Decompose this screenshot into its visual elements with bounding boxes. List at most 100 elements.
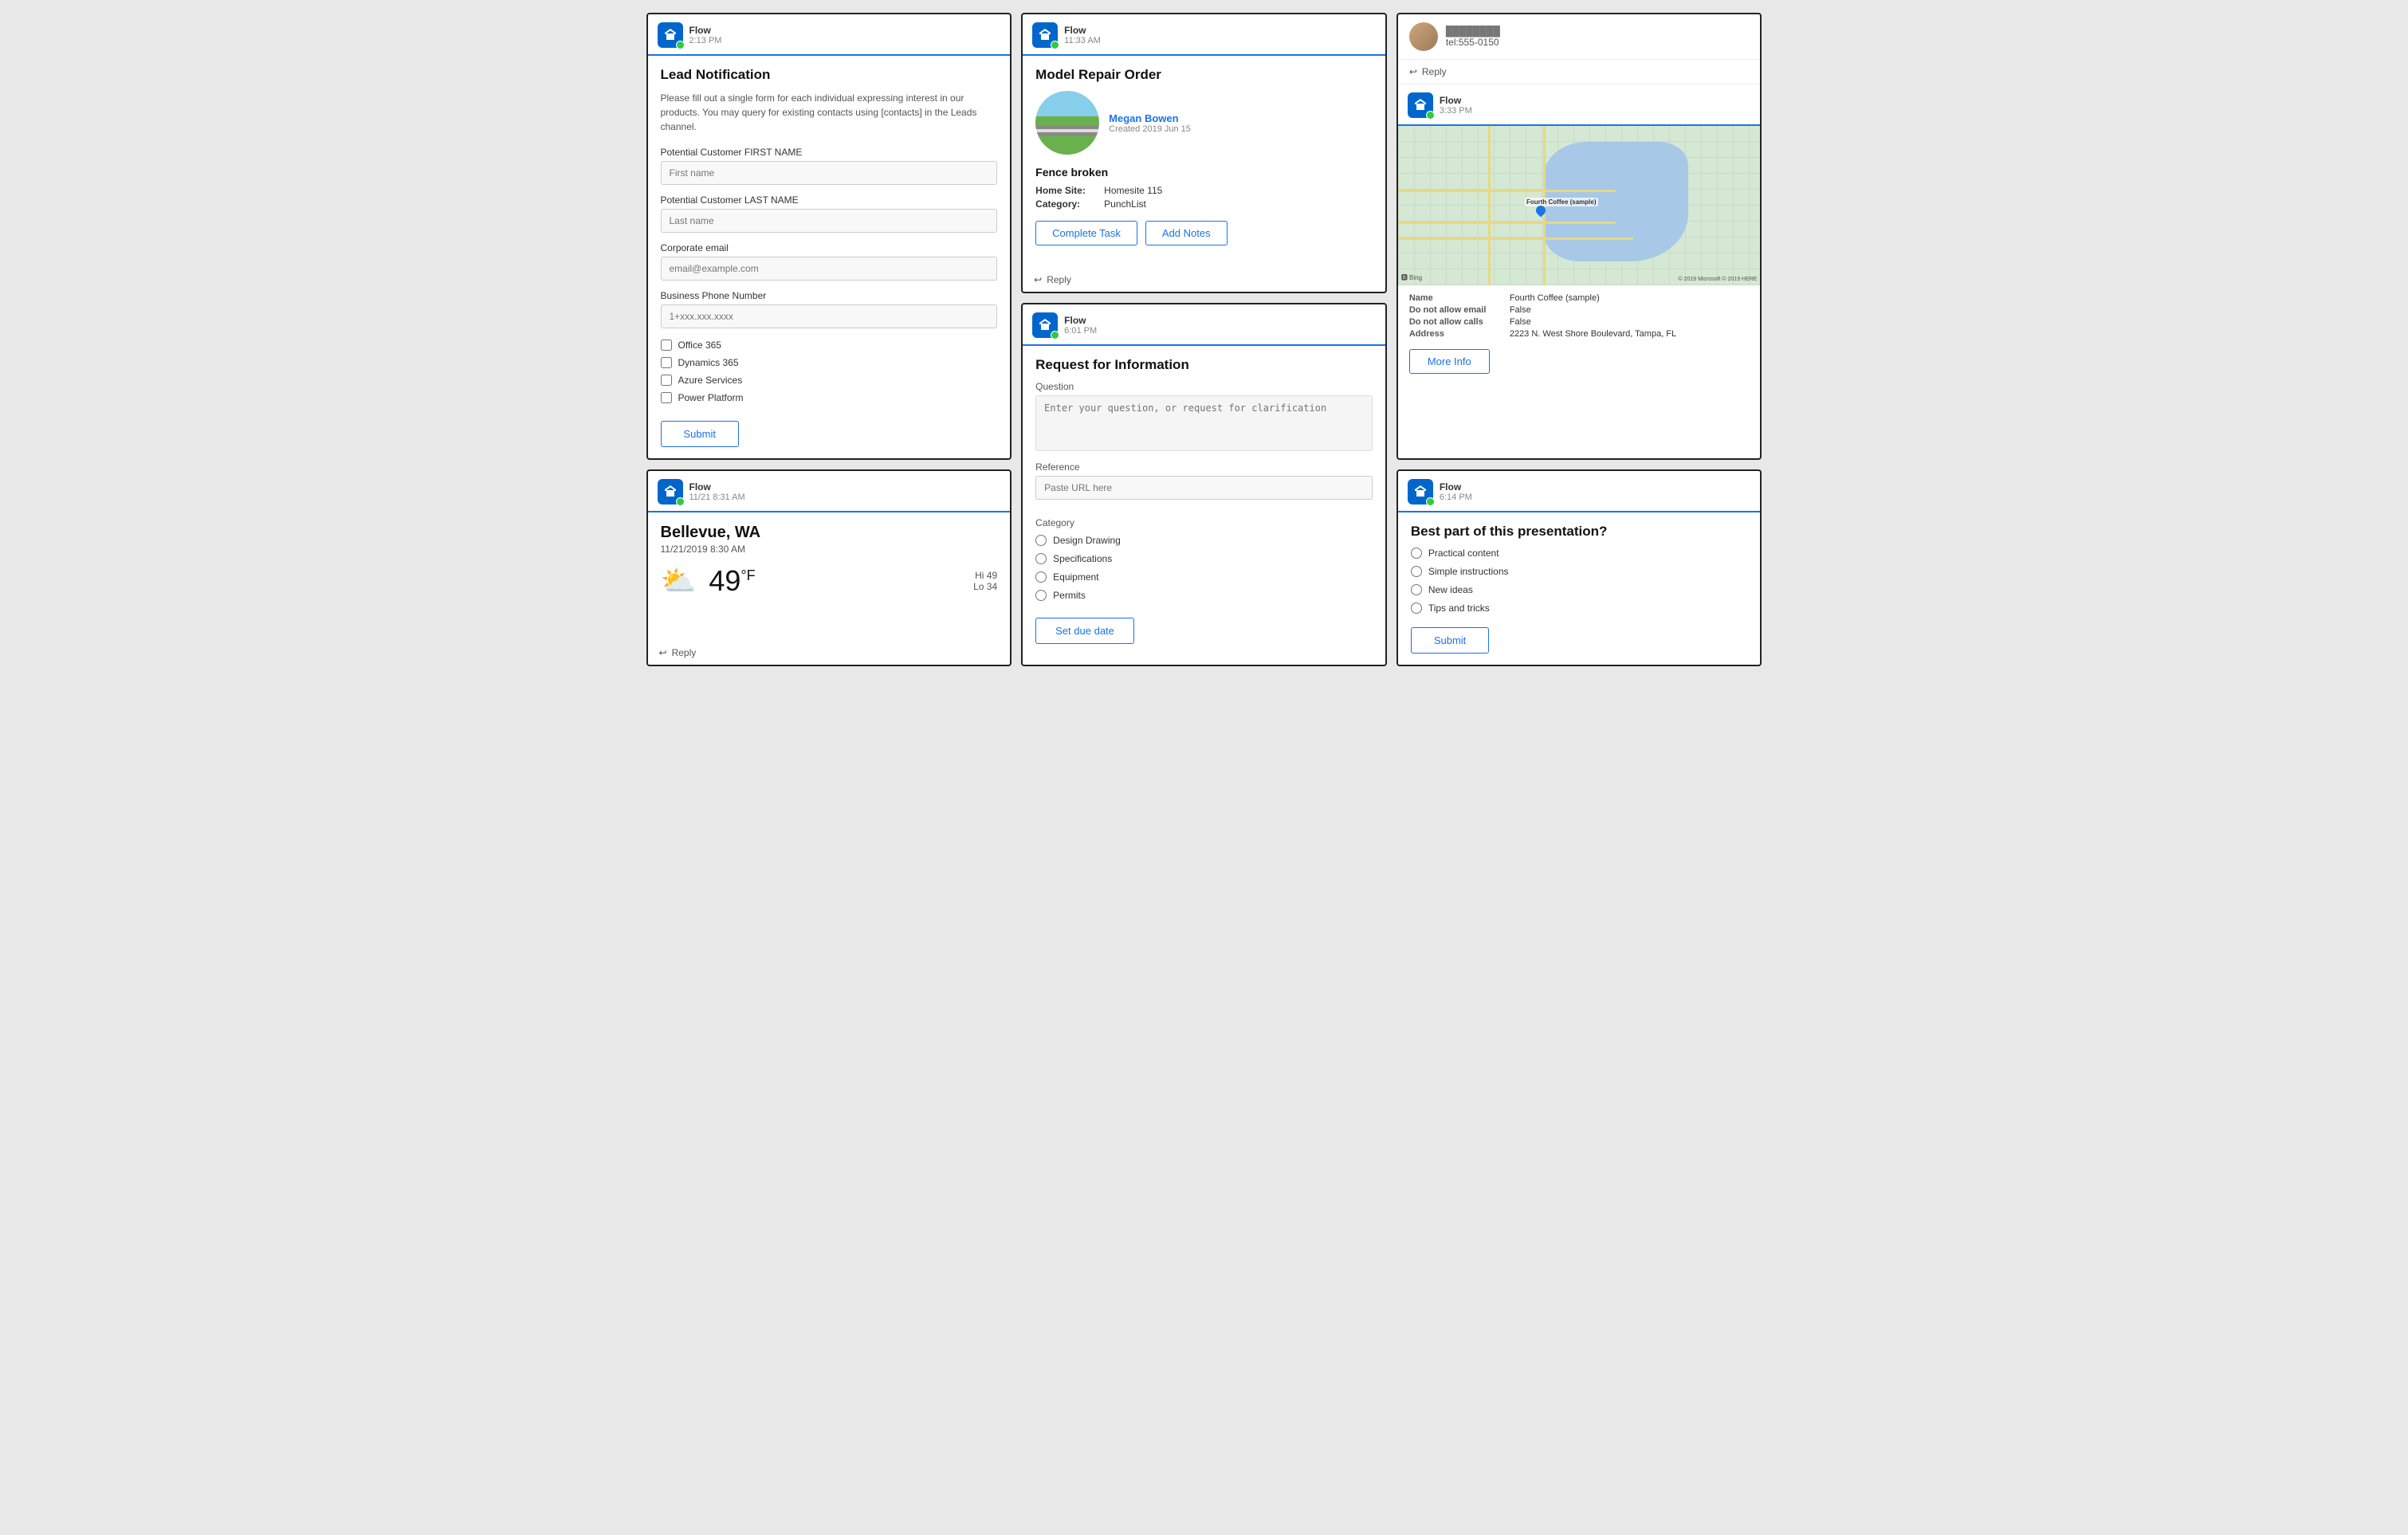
card-header-repair: Flow 11:33 AM <box>1023 14 1385 56</box>
presentation-submit-button[interactable]: Submit <box>1411 627 1489 654</box>
radio-tips[interactable]: Tips and tricks <box>1411 603 1748 614</box>
info-name-value: Fourth Coffee (sample) <box>1510 293 1600 303</box>
checkbox-dynamics365-label: Dynamics 365 <box>678 357 739 368</box>
radio-permits[interactable]: Permits <box>1035 590 1373 601</box>
repair-title: Model Repair Order <box>1035 67 1373 83</box>
reply-arrow-icon-3: ↩ <box>1409 66 1417 77</box>
contact-name: ████████ <box>1446 26 1500 37</box>
weather-reply[interactable]: ↩ Reply <box>648 641 1011 665</box>
rfi-title: Request for Information <box>1035 357 1373 373</box>
info-email-row: Do not allow email False <box>1409 305 1750 315</box>
complete-task-button[interactable]: Complete Task <box>1035 221 1137 245</box>
reply-label: Reply <box>672 647 697 658</box>
question-textarea[interactable] <box>1035 395 1373 451</box>
created-date: Created 2019 Jun 15 <box>1109 124 1191 134</box>
lead-title: Lead Notification <box>661 67 998 83</box>
checkbox-office365[interactable]: Office 365 <box>661 340 998 351</box>
add-notes-button[interactable]: Add Notes <box>1145 221 1228 245</box>
radio-simple[interactable]: Simple instructions <box>1411 566 1748 577</box>
card-body-repair: Model Repair Order Megan Bowen Created 2… <box>1023 56 1385 268</box>
email-input[interactable] <box>661 257 998 281</box>
home-site-label: Home Site: <box>1035 185 1099 196</box>
bing-logo: 🅱 Bing <box>1401 273 1422 282</box>
weather-date: 11/21/2019 8:30 AM <box>661 544 998 555</box>
card-header-lead: Flow 2:13 PM <box>648 14 1011 56</box>
lead-submit-button[interactable]: Submit <box>661 421 739 447</box>
category-section-label: Category <box>1035 517 1373 528</box>
sender-name-presentation: Flow <box>1440 481 1472 493</box>
email-label: Corporate email <box>661 242 998 253</box>
contact-reply[interactable]: ↩ Reply <box>1398 60 1761 84</box>
weather-temp: 49°F <box>709 564 755 598</box>
avatar <box>1409 22 1438 51</box>
profile-image <box>1035 91 1099 155</box>
contact-info: ████████ tel:555-0150 <box>1446 26 1500 48</box>
flow-icon-repair <box>1032 22 1058 48</box>
repair-details: Fence broken Home Site: Homesite 115 Cat… <box>1035 166 1373 210</box>
last-name-label: Potential Customer LAST NAME <box>661 194 998 206</box>
reply-arrow-icon: ↩ <box>659 647 667 658</box>
radio-simple-label: Simple instructions <box>1428 566 1509 577</box>
checkbox-powerplatform-input[interactable] <box>661 392 672 403</box>
radio-design-drawing-input[interactable] <box>1035 535 1047 546</box>
card-header-rfi: Flow 6:01 PM <box>1023 304 1385 346</box>
timestamp-lead: 2:13 PM <box>689 36 722 45</box>
map-info: Name Fourth Coffee (sample) Do not allow… <box>1398 285 1761 382</box>
radio-practical-input[interactable] <box>1411 548 1422 559</box>
info-address-row: Address 2223 N. West Shore Boulevard, Ta… <box>1409 329 1750 339</box>
last-name-input[interactable] <box>661 209 998 233</box>
sender-name-map: Flow <box>1440 95 1472 106</box>
radio-simple-input[interactable] <box>1411 566 1422 577</box>
radio-tips-input[interactable] <box>1411 603 1422 614</box>
card-body-presentation: Best part of this presentation? Practica… <box>1398 512 1761 665</box>
timestamp-rfi: 6:01 PM <box>1064 326 1097 336</box>
info-email-value: False <box>1510 305 1531 315</box>
radio-tips-label: Tips and tricks <box>1428 603 1490 614</box>
profile-section: Megan Bowen Created 2019 Jun 15 <box>1035 91 1373 155</box>
weather-city: Bellevue, WA <box>661 524 998 542</box>
contact-phone: tel:555-0150 <box>1446 37 1500 48</box>
repair-reply[interactable]: ↩ Reply <box>1023 268 1385 292</box>
presentation-radio-group: Practical content Simple instructions Ne… <box>1411 548 1748 614</box>
map-road-vertical-1 <box>1488 126 1491 285</box>
sender-name-repair: Flow <box>1064 25 1101 36</box>
flow-icon-lead <box>658 22 683 48</box>
phone-label: Business Phone Number <box>661 290 998 301</box>
card-body-weather: Bellevue, WA 11/21/2019 8:30 AM ⛅ 49°F H… <box>648 512 1011 641</box>
request-for-info-card: Flow 6:01 PM Request for Information Que… <box>1021 303 1387 666</box>
card-header-weather: Flow 11/21 8:31 AM <box>648 471 1011 512</box>
checkbox-dynamics365-input[interactable] <box>661 357 672 368</box>
checkbox-powerplatform[interactable]: Power Platform <box>661 392 998 403</box>
more-info-button[interactable]: More Info <box>1409 349 1490 374</box>
category-value: PunchList <box>1104 198 1146 210</box>
set-due-date-button[interactable]: Set due date <box>1035 618 1134 644</box>
phone-input[interactable] <box>661 304 998 328</box>
first-name-input[interactable] <box>661 161 998 185</box>
checkbox-azure-input[interactable] <box>661 375 672 386</box>
map-copyright: © 2019 Microsoft © 2019 HERE <box>1678 277 1757 282</box>
radio-equipment-input[interactable] <box>1035 571 1047 583</box>
info-calls-row: Do not allow calls False <box>1409 317 1750 327</box>
category-radio-group: Design Drawing Specifications Equipment … <box>1035 535 1373 601</box>
radio-new-ideas[interactable]: New ideas <box>1411 584 1748 595</box>
radio-practical[interactable]: Practical content <box>1411 548 1748 559</box>
checkbox-powerplatform-label: Power Platform <box>678 392 744 403</box>
radio-equipment[interactable]: Equipment <box>1035 571 1373 583</box>
lead-notification-card: Flow 2:13 PM Lead Notification Please fi… <box>646 13 1012 460</box>
sender-name-rfi: Flow <box>1064 315 1097 326</box>
radio-permits-input[interactable] <box>1035 590 1047 601</box>
checkbox-dynamics365[interactable]: Dynamics 365 <box>661 357 998 368</box>
sender-name-lead: Flow <box>689 25 722 36</box>
checkbox-office365-input[interactable] <box>661 340 672 351</box>
radio-specifications[interactable]: Specifications <box>1035 553 1373 564</box>
radio-design-drawing[interactable]: Design Drawing <box>1035 535 1373 546</box>
checkbox-azure[interactable]: Azure Services <box>661 375 998 386</box>
radio-specifications-input[interactable] <box>1035 553 1047 564</box>
info-calls-label: Do not allow calls <box>1409 317 1505 327</box>
radio-permits-label: Permits <box>1053 590 1086 601</box>
category-label: Category: <box>1035 198 1099 210</box>
radio-new-ideas-input[interactable] <box>1411 584 1422 595</box>
map-road-horizontal-2 <box>1398 222 1616 224</box>
card-body-rfi: Request for Information Question Referen… <box>1023 346 1385 665</box>
reference-input[interactable] <box>1035 476 1373 500</box>
